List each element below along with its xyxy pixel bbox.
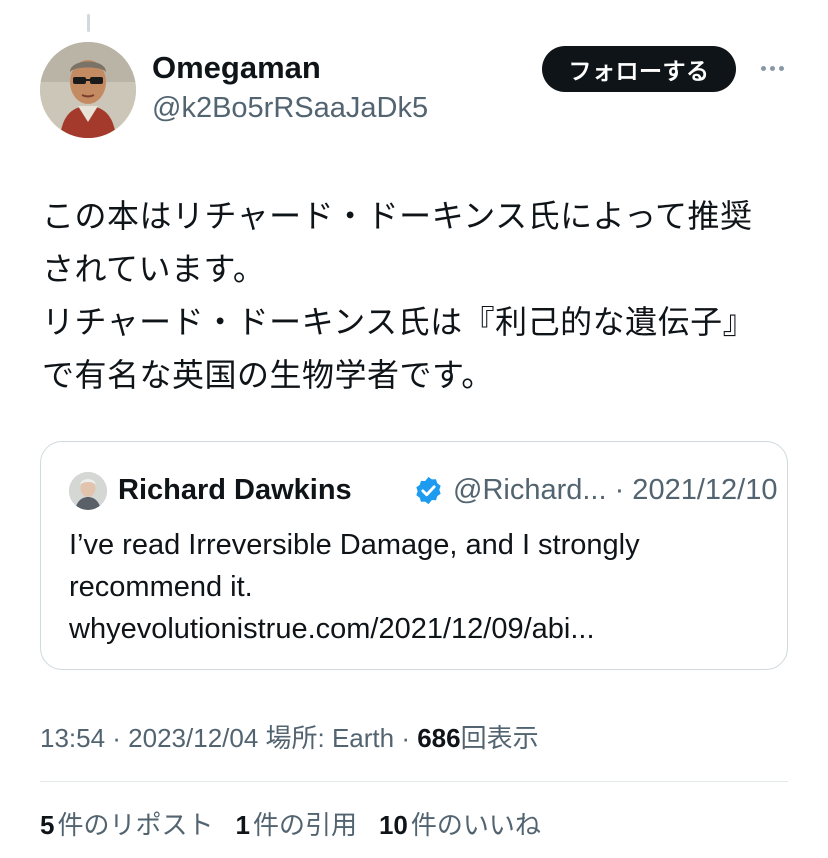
quoted-tweet-text: I’ve read Irreversible Damage, and I str…: [69, 524, 769, 650]
tweet-text-line: リチャード・ドーキンス氏は『利己的な遺伝子』: [42, 303, 756, 341]
divider: [40, 781, 788, 782]
more-dot: [778, 65, 784, 71]
quoted-text-line: I’ve read Irreversible Damage, and I str…: [69, 529, 640, 561]
quotes-label: 件の引用: [252, 810, 357, 840]
tweet-text: この本はリチャード・ドーキンス氏によって推奨 されています。 リチャード・ドーキ…: [42, 190, 802, 402]
quoted-handle-date: @Richard... · 2021/12/10: [453, 474, 778, 506]
more-dot: [769, 65, 775, 71]
reposts-count: 5: [40, 810, 55, 840]
quotes-count: 1: [235, 810, 250, 840]
author-name[interactable]: Omegaman: [152, 48, 321, 88]
views-count: 686: [417, 723, 461, 753]
reposts-stat[interactable]: 5 件のリポスト: [40, 805, 213, 845]
more-options-icon[interactable]: [752, 50, 792, 86]
reposts-label: 件のリポスト: [57, 810, 214, 840]
quoted-tweet-card[interactable]: Richard Dawkins @Richard... · 2021/12/10…: [40, 441, 788, 670]
likes-count: 10: [378, 810, 408, 840]
tweet-text-line: されています。: [42, 250, 266, 288]
tweet-meta: 13:54 · 2023/12/04 場所: Earth · 686回表示: [40, 718, 539, 758]
author-avatar[interactable]: [40, 42, 136, 138]
verified-badge-icon: [416, 476, 441, 505]
likes-stat[interactable]: 10 件のいいね: [379, 805, 541, 845]
tweet-text-line: で有名な英国の生物学者です。: [42, 356, 494, 394]
quoted-author-name: Richard Dawkins: [118, 474, 352, 506]
author-avatar-image: [40, 42, 136, 138]
quoted-text-line: recommend it.: [69, 571, 253, 603]
tweet-timestamp-location[interactable]: 13:54 · 2023/12/04 場所: Earth ·: [40, 723, 417, 753]
views-label: 回表示: [460, 723, 539, 753]
likes-label: 件のいいね: [410, 810, 541, 840]
engagement-stats: 5 件のリポスト 1 件の引用 10 件のいいね: [40, 805, 541, 845]
follow-button[interactable]: フォローする: [542, 46, 736, 92]
tweet-text-line: この本はリチャード・ドーキンス氏によって推奨: [42, 197, 753, 235]
quoted-author-avatar: [69, 472, 107, 510]
quoted-link[interactable]: whyevolutionistrue.com/2021/12/09/abi...: [69, 608, 769, 650]
thread-connector-line: [87, 14, 90, 32]
quotes-stat[interactable]: 1 件の引用: [235, 805, 356, 845]
author-handle[interactable]: @k2Bo5rRSaaJaDk5: [152, 88, 428, 128]
more-dot: [760, 65, 766, 71]
